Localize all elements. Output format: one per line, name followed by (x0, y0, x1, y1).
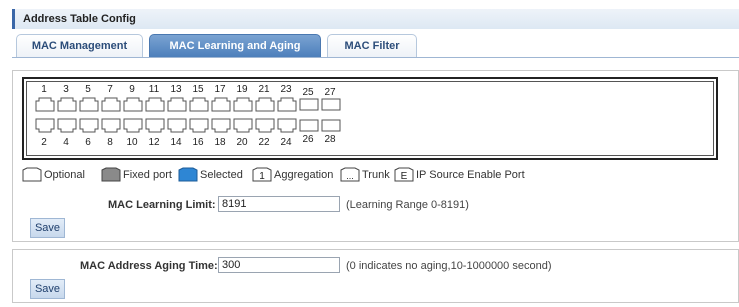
port-17[interactable] (211, 97, 231, 112)
port-9[interactable] (123, 97, 143, 112)
fixed-port-icon (101, 167, 121, 182)
port-number-22: 22 (258, 137, 270, 148)
port-23[interactable] (277, 97, 297, 112)
port-number-3: 3 (63, 84, 69, 95)
optional-port-icon (22, 167, 42, 182)
port-number-2: 2 (41, 137, 47, 148)
learning-limit-input[interactable] (218, 196, 340, 212)
port-number-19: 19 (236, 84, 248, 95)
selected-port-icon (178, 167, 198, 182)
port-1[interactable] (35, 97, 55, 112)
learning-save-button[interactable]: Save (30, 218, 65, 238)
port-19[interactable] (233, 97, 253, 112)
port-11[interactable] (145, 97, 165, 112)
port-18[interactable] (211, 118, 231, 133)
port-panel: 1 3 5 7 9 11 13 15 17 19 21 23 25 27 2 4 6 8 10 12 14 16 18 20 2… (22, 77, 718, 160)
port-number-21: 21 (258, 84, 270, 95)
tab-mac-learning-aging[interactable]: MAC Learning and Aging (149, 34, 321, 57)
port-number-8: 8 (107, 137, 113, 148)
port-27[interactable] (321, 97, 341, 112)
port-21[interactable] (255, 97, 275, 112)
aging-save-button[interactable]: Save (30, 279, 65, 299)
port-10[interactable] (123, 118, 143, 133)
port-13[interactable] (167, 97, 187, 112)
port-number-1: 1 (41, 84, 47, 95)
port-number-20: 20 (236, 137, 248, 148)
port-14[interactable] (167, 118, 187, 133)
port-number-6: 6 (85, 137, 91, 148)
port-3[interactable] (57, 97, 77, 112)
tab-bar: MAC Management MAC Learning and Aging MA… (12, 31, 739, 58)
learning-limit-hint: (Learning Range 0-8191) (346, 199, 469, 211)
learning-limit-label: MAC Learning Limit: (108, 199, 216, 211)
port-number-24: 24 (280, 137, 292, 148)
port-28[interactable] (321, 118, 341, 133)
svg-text:1: 1 (259, 171, 265, 182)
port-number-14: 14 (170, 137, 182, 148)
port-number-4: 4 (63, 137, 69, 148)
aging-time-hint: (0 indicates no aging,10-1000000 second) (346, 260, 552, 272)
port-26[interactable] (299, 118, 319, 133)
port-number-9: 9 (129, 84, 135, 95)
tab-mac-management[interactable]: MAC Management (16, 34, 143, 57)
port-25[interactable] (299, 97, 319, 112)
port-number-5: 5 (85, 84, 91, 95)
port-number-10: 10 (126, 137, 138, 148)
port-number-13: 13 (170, 84, 182, 95)
port-number-17: 17 (214, 84, 226, 95)
port-5[interactable] (79, 97, 99, 112)
port-number-12: 12 (148, 137, 160, 148)
page-title: Address Table Config (23, 13, 136, 25)
svg-text:...: ... (346, 171, 354, 181)
port-8[interactable] (101, 118, 121, 133)
port-number-7: 7 (107, 84, 113, 95)
ip-source-port-icon: E (394, 167, 414, 182)
port-6[interactable] (79, 118, 99, 133)
port-20[interactable] (233, 118, 253, 133)
svg-text:E: E (401, 171, 408, 182)
port-grid: 1 3 5 7 9 11 13 15 17 19 21 23 25 27 2 4 6 8 10 12 14 16 18 20 2… (26, 81, 714, 156)
port-24[interactable] (277, 118, 297, 133)
port-number-15: 15 (192, 84, 204, 95)
aggregation-port-icon: 1 (252, 167, 272, 182)
port-number-26: 26 (302, 134, 314, 145)
port-number-18: 18 (214, 137, 226, 148)
port-7[interactable] (101, 97, 121, 112)
page-header: Address Table Config (12, 9, 739, 29)
port-number-23: 23 (280, 84, 292, 95)
tab-mac-filter[interactable]: MAC Filter (327, 34, 417, 57)
aging-panel (12, 249, 739, 303)
port-22[interactable] (255, 118, 275, 133)
port-number-11: 11 (148, 84, 160, 95)
port-number-16: 16 (192, 137, 204, 148)
aging-time-input[interactable] (218, 257, 340, 273)
port-number-28: 28 (324, 134, 336, 145)
aging-time-label: MAC Address Aging Time: (80, 260, 218, 272)
port-15[interactable] (189, 97, 209, 112)
trunk-port-icon: ... (340, 167, 360, 182)
port-4[interactable] (57, 118, 77, 133)
port-16[interactable] (189, 118, 209, 133)
port-12[interactable] (145, 118, 165, 133)
port-2[interactable] (35, 118, 55, 133)
